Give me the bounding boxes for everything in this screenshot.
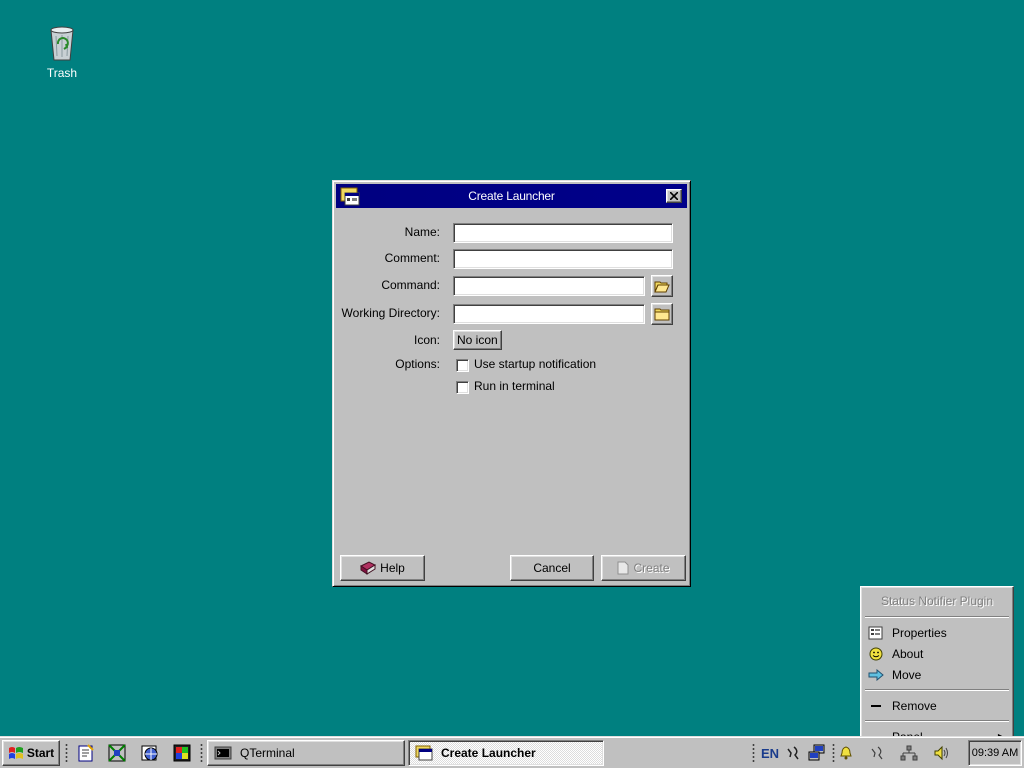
start-button[interactable]: Start: [2, 740, 60, 766]
directory-browse-button[interactable]: [651, 303, 673, 325]
smiley-icon: [868, 646, 884, 662]
open-folder-icon: [654, 281, 670, 293]
trash-desktop-icon[interactable]: Trash: [34, 22, 90, 80]
launcher-app-icon: [415, 745, 433, 761]
tray-grip[interactable]: [752, 743, 755, 763]
file-manager-icon[interactable]: [107, 743, 127, 763]
folder-icon: [654, 308, 670, 321]
menu-title: Status Notifier Plugin: [880, 594, 994, 608]
command-input[interactable]: [453, 276, 645, 296]
no-icon-button[interactable]: No icon: [453, 330, 502, 350]
start-logo-icon: [8, 747, 23, 759]
terminal-icon: [214, 746, 232, 760]
menu-separator: [865, 720, 1009, 722]
create-button[interactable]: Create: [601, 555, 686, 581]
network-status-icon[interactable]: [900, 744, 918, 762]
menu-item-move[interactable]: Move: [864, 664, 1010, 685]
minus-icon: [868, 698, 884, 714]
comment-label: Comment:: [384, 251, 440, 265]
menu-item-label: About: [892, 646, 924, 661]
trash-label: Trash: [46, 66, 78, 80]
menu-separator: [865, 616, 1009, 618]
volume-control-icon[interactable]: [786, 744, 802, 762]
new-document-icon: [617, 561, 629, 575]
tray-grip-2[interactable]: [832, 743, 835, 763]
task-label: Create Launcher: [441, 746, 536, 760]
command-label: Command:: [381, 278, 440, 292]
trash-icon: [50, 26, 74, 61]
menu-separator: [865, 689, 1009, 691]
audio-plug-icon[interactable]: [870, 744, 886, 762]
properties-icon: [868, 625, 884, 641]
network-icon[interactable]: [808, 744, 828, 762]
text-editor-icon[interactable]: [76, 743, 96, 763]
command-browse-button[interactable]: [651, 275, 673, 297]
tasklist-grip[interactable]: [200, 743, 203, 763]
close-button[interactable]: [666, 189, 682, 203]
notification-bell-icon[interactable]: [838, 744, 854, 762]
comment-input[interactable]: [453, 249, 673, 269]
control-panel-icon[interactable]: [172, 743, 192, 763]
menu-item-label: Move: [892, 667, 922, 682]
working-directory-input[interactable]: [453, 304, 645, 324]
run-in-terminal-label: Run in terminal: [474, 379, 555, 393]
web-browser-icon[interactable]: [140, 743, 160, 763]
menu-item-remove[interactable]: Remove: [864, 695, 1010, 716]
launcher-app-icon: [340, 187, 360, 206]
menu-item-label: Properties: [892, 625, 947, 640]
dialog-title: Create Launcher: [468, 189, 555, 203]
help-book-icon: [360, 561, 377, 575]
keyboard-layout-indicator[interactable]: EN: [761, 744, 779, 762]
close-icon: [670, 192, 678, 200]
options-label: Options:: [395, 357, 440, 371]
quicklaunch-grip[interactable]: [65, 743, 68, 763]
working-directory-label: Working Directory:: [341, 306, 440, 320]
arrow-right-icon: [868, 667, 884, 683]
taskbar: Start QTerminal Create Launcher EN 09:39…: [0, 736, 1024, 768]
menu-item-properties[interactable]: Properties: [864, 622, 1010, 643]
dialog-titlebar[interactable]: Create Launcher: [336, 184, 687, 208]
clock[interactable]: 09:39 AM: [968, 740, 1022, 766]
status-notifier-context-menu: Status Notifier Plugin Properties About …: [860, 586, 1014, 744]
task-label: QTerminal: [240, 746, 295, 760]
startup-notification-checkbox[interactable]: [456, 359, 469, 372]
startup-notification-label: Use startup notification: [474, 357, 597, 371]
menu-item-label: Remove: [892, 698, 937, 713]
create-button-label: Create: [633, 561, 670, 575]
cancel-button[interactable]: Cancel: [510, 555, 594, 581]
start-label: Start: [26, 746, 55, 760]
name-label: Name:: [404, 225, 440, 239]
help-button[interactable]: Help: [340, 555, 425, 581]
task-button-create-launcher[interactable]: Create Launcher: [408, 740, 604, 766]
icon-label: Icon:: [413, 333, 440, 347]
name-input[interactable]: [453, 223, 673, 243]
speaker-icon[interactable]: [933, 744, 951, 762]
menu-item-about[interactable]: About: [864, 643, 1010, 664]
create-launcher-dialog: Create Launcher Name: Comment: Command: …: [332, 180, 691, 587]
help-button-label: Help: [380, 561, 405, 575]
task-button-qterminal[interactable]: QTerminal: [207, 740, 405, 766]
run-in-terminal-checkbox[interactable]: [456, 381, 469, 394]
